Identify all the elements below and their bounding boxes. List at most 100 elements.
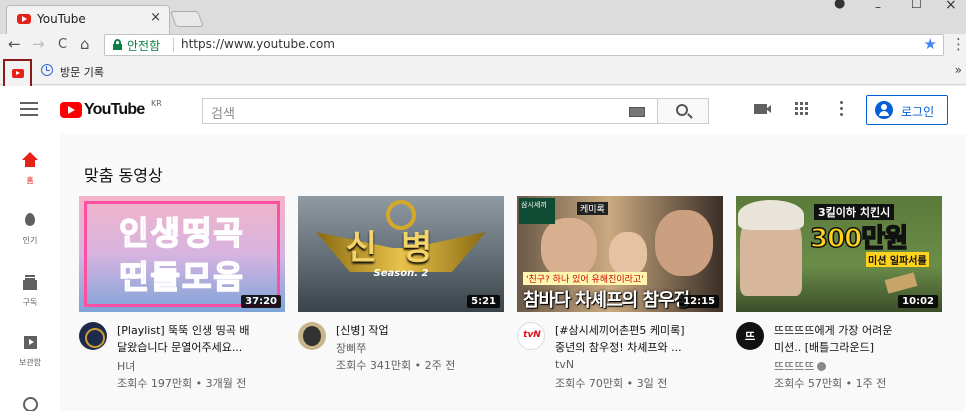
- thumbnail-subtext: Season. 2: [373, 268, 429, 279]
- video-duration: 10:02: [898, 295, 938, 308]
- guide-item-history[interactable]: [0, 396, 60, 411]
- browser-window: YouTube × ● – ☐ × ← → C ⌂ 안전함 https://ww…: [0, 0, 966, 411]
- back-button[interactable]: ←: [8, 35, 21, 53]
- browser-menu-icon[interactable]: ⋮: [951, 35, 966, 53]
- video-card[interactable]: 삼시세끼 케미록 '친구? 하나 있어 유해진이라고' 참바다 차셰프의 참우정…: [517, 196, 723, 392]
- thumbnail-person: [541, 218, 597, 278]
- guide-label: 구독: [22, 298, 38, 307]
- youtube-favicon-icon: [17, 14, 31, 24]
- video-title-line[interactable]: [신병] 작업: [336, 322, 502, 339]
- thumbnail-text: 인생띵곡: [118, 213, 245, 253]
- channel-avatar[interactable]: [79, 322, 107, 350]
- verified-icon: [817, 362, 827, 371]
- video-title-line[interactable]: [Playlist] 뚝뚝 인생 띵곡 배: [117, 322, 283, 339]
- menu-icon[interactable]: [20, 102, 38, 116]
- channel-name-text[interactable]: 뜨뜨뜨뜨: [774, 360, 814, 373]
- apps-icon[interactable]: [795, 102, 809, 116]
- guide-item-home[interactable]: 홈: [0, 152, 60, 186]
- thumbnail-money: [884, 272, 918, 294]
- guide-sidebar: 홈 인기 구독 보관함: [0, 134, 60, 411]
- video-thumbnail[interactable]: 삼시세끼 케미록 '친구? 하나 있어 유해진이라고' 참바다 차셰프의 참우정…: [517, 196, 723, 312]
- home-button[interactable]: ⌂: [80, 35, 90, 53]
- maximize-button[interactable]: ☐: [911, 0, 922, 11]
- bookmarks-overflow-icon[interactable]: »: [955, 63, 962, 77]
- minimize-button[interactable]: –: [875, 0, 881, 14]
- library-icon: [22, 334, 38, 350]
- video-card[interactable]: 인생띵곡 띤들모음 37:20 [Playlist] 뚝뚝 인생 띵곡 배 달왔…: [79, 196, 285, 392]
- channel-name[interactable]: tvN: [555, 358, 574, 371]
- bookmark-youtube[interactable]: [3, 59, 32, 88]
- logo-region: KR: [151, 99, 162, 108]
- thumbnail-text: 미션 일파서를: [866, 252, 929, 267]
- video-stats: 조회수 197만회 • 3개월 전: [117, 377, 247, 390]
- forward-button[interactable]: →: [32, 35, 45, 53]
- home-icon: [22, 152, 38, 168]
- create-video-icon[interactable]: [754, 104, 771, 114]
- address-bar[interactable]: 안전함 https://www.youtube.com ★: [104, 34, 944, 56]
- video-title[interactable]: 뜨뜨뜨뜨에게 가장 어려운 미션.. [배틀그라운드]: [774, 322, 940, 356]
- new-tab-button[interactable]: [170, 11, 204, 27]
- navigation-bar: ← → C ⌂ 안전함 https://www.youtube.com ★ ⋮: [0, 34, 966, 58]
- thumbnail-person-hair: [738, 200, 804, 230]
- video-duration: 12:15: [679, 295, 719, 308]
- logo-text: YouTube: [84, 101, 145, 118]
- bookmark-star-icon[interactable]: ★: [924, 35, 937, 53]
- youtube-icon: [12, 69, 24, 78]
- video-title[interactable]: [신병] 작업: [336, 322, 502, 339]
- address-divider: [173, 38, 174, 52]
- guide-item-subscriptions[interactable]: 구독: [0, 274, 60, 308]
- video-thumbnail[interactable]: 신병 Season. 2 5:21: [298, 196, 504, 312]
- search-box[interactable]: 검색: [202, 98, 658, 124]
- fire-icon: [22, 212, 38, 228]
- channel-avatar[interactable]: [298, 322, 326, 350]
- account-icon[interactable]: ●: [834, 0, 845, 11]
- more-options-icon[interactable]: [840, 101, 843, 117]
- video-title-line[interactable]: [#삼시세끼어촌편5 케미록]: [555, 322, 721, 339]
- video-stats: 조회수 341만회 • 2주 전: [336, 359, 456, 372]
- video-title[interactable]: [Playlist] 뚝뚝 인생 띵곡 배 달왔습니다 문열어주세요...: [117, 322, 283, 356]
- login-button[interactable]: 로그인: [866, 95, 948, 125]
- guide-label: 보관함: [18, 358, 42, 367]
- video-duration: 37:20: [241, 295, 281, 308]
- close-window-button[interactable]: ×: [945, 0, 957, 13]
- tab-close-icon[interactable]: ×: [150, 10, 161, 25]
- video-title[interactable]: [#삼시세끼어촌편5 케미록] 중년의 참우정! 차셰프와 ...: [555, 322, 721, 356]
- thumbnail-text: 300만원: [809, 223, 909, 255]
- video-meta: tvN [#삼시세끼어촌편5 케미록] 중년의 참우정! 차셰프와 ... tv…: [517, 312, 723, 392]
- channel-name[interactable]: H녀: [117, 358, 135, 374]
- channel-avatar[interactable]: tvN: [517, 322, 545, 350]
- thumbnail-person: [655, 210, 713, 276]
- video-title-line[interactable]: 뜨뜨뜨뜨에게 가장 어려운: [774, 322, 940, 339]
- channel-name[interactable]: 장삐쭈: [336, 340, 366, 356]
- guide-item-library[interactable]: 보관함: [0, 334, 60, 368]
- video-duration: 5:21: [467, 295, 500, 308]
- channel-avatar[interactable]: 뜨: [736, 322, 764, 350]
- lock-icon: [113, 39, 122, 50]
- channel-avatar-text: 뜨: [744, 330, 756, 343]
- video-stats: 조회수 70만회 • 3일 전: [555, 377, 668, 390]
- url-text[interactable]: https://www.youtube.com: [181, 37, 335, 51]
- keyboard-icon[interactable]: [629, 107, 645, 117]
- subscriptions-icon: [22, 274, 38, 290]
- tab-youtube[interactable]: YouTube ×: [6, 5, 170, 34]
- guide-item-trending[interactable]: 인기: [0, 212, 60, 246]
- bookmark-history-label[interactable]: 방문 기록: [60, 64, 104, 80]
- video-card[interactable]: 신병 Season. 2 5:21 [신병] 작업 장삐쭈 조회수 341만회 …: [298, 196, 504, 392]
- video-thumbnail[interactable]: 3킬이하 치킨시 300만원 미션 일파서를 10:02: [736, 196, 942, 312]
- video-title-line[interactable]: 달왔습니다 문열어주세요...: [117, 339, 283, 356]
- channel-name[interactable]: 뜨뜨뜨뜨: [774, 358, 827, 374]
- youtube-logo-icon: [60, 102, 82, 118]
- video-meta: [Playlist] 뚝뚝 인생 띵곡 배 달왔습니다 문열어주세요... H녀…: [79, 312, 285, 392]
- reload-button[interactable]: C: [58, 37, 67, 52]
- history-icon[interactable]: [41, 64, 53, 76]
- search-icon: [676, 104, 688, 116]
- video-card[interactable]: 3킬이하 치킨시 300만원 미션 일파서를 10:02 뜨 뜨뜨뜨뜨에게 가장…: [736, 196, 942, 392]
- tab-title: YouTube: [37, 12, 86, 26]
- history-icon: [22, 396, 38, 411]
- login-label: 로그인: [901, 105, 935, 119]
- video-title-line[interactable]: 미션.. [배틀그라운드]: [774, 339, 940, 356]
- video-title-line[interactable]: 중년의 참우정! 차셰프와 ...: [555, 339, 721, 356]
- video-thumbnail[interactable]: 인생띵곡 띤들모음 37:20: [79, 196, 285, 312]
- search-button[interactable]: [657, 98, 709, 124]
- thumbnail-tag: 케미록: [577, 202, 608, 215]
